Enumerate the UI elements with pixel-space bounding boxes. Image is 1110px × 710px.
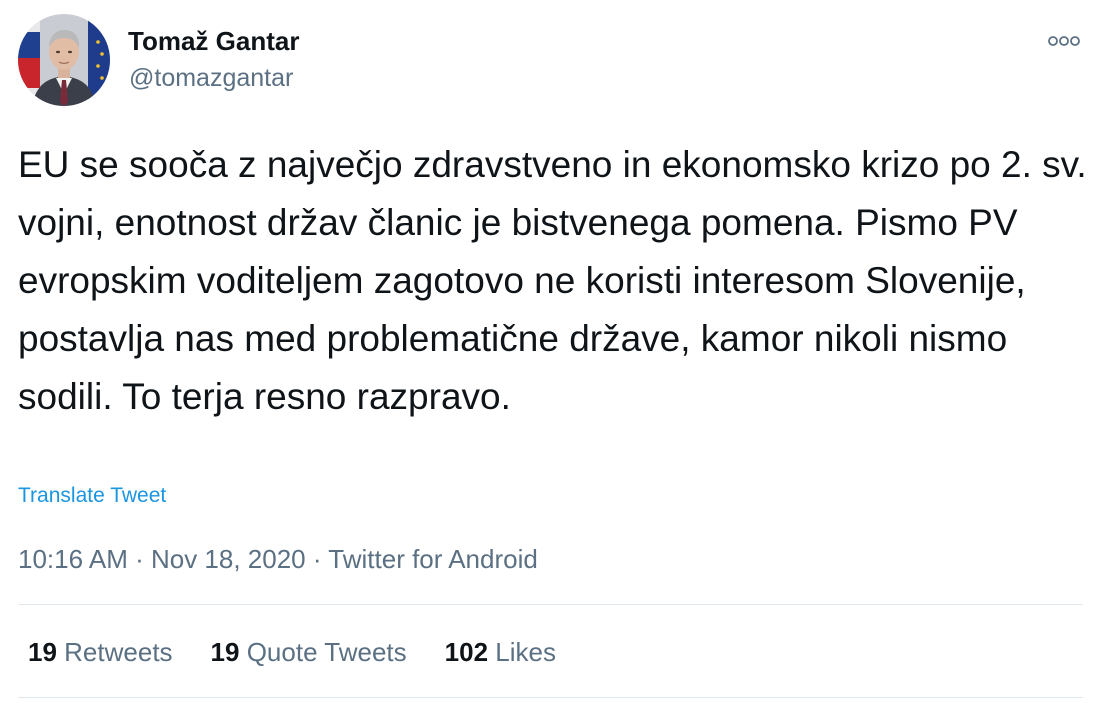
tweet-time[interactable]: 10:16 AM [18, 544, 128, 574]
retweets-stat[interactable]: 19 Retweets [28, 637, 173, 668]
likes-stat[interactable]: 102 Likes [445, 637, 556, 668]
author-name[interactable]: Tomaž Gantar [128, 26, 299, 57]
tweet-stats: 19 Retweets 19 Quote Tweets 102 Likes [28, 637, 594, 668]
likes-label: Likes [495, 637, 556, 667]
tweet-text: EU se sooča z največjo zdravstveno in ek… [18, 144, 1087, 417]
tweet-date[interactable]: Nov 18, 2020 [151, 544, 306, 574]
quote-tweets-label: Quote Tweets [246, 637, 407, 667]
translate-tweet-link[interactable]: Translate Tweet [18, 484, 166, 508]
more-options-icon [1048, 36, 1080, 46]
likes-count: 102 [444, 637, 489, 667]
divider [18, 604, 1083, 605]
avatar-photo [18, 14, 110, 106]
tweet-card: Tomaž Gantar @tomazgantar EU se sooča z … [0, 0, 1110, 710]
divider [18, 697, 1083, 698]
tweet-meta: 10:16 AM · Nov 18, 2020 · Twitter for An… [18, 544, 538, 575]
quote-tweets-stat[interactable]: 19 Quote Tweets [211, 637, 407, 668]
author-handle[interactable]: @tomazgantar [129, 64, 293, 93]
meta-separator: · [305, 544, 329, 574]
quote-tweets-count: 19 [210, 637, 240, 667]
retweets-label: Retweets [64, 637, 173, 667]
more-options-button[interactable] [1042, 26, 1086, 56]
tweet-source[interactable]: Twitter for Android [328, 544, 538, 574]
retweets-count: 19 [28, 637, 57, 667]
meta-separator: · [127, 544, 151, 574]
profile-avatar[interactable] [18, 14, 110, 106]
